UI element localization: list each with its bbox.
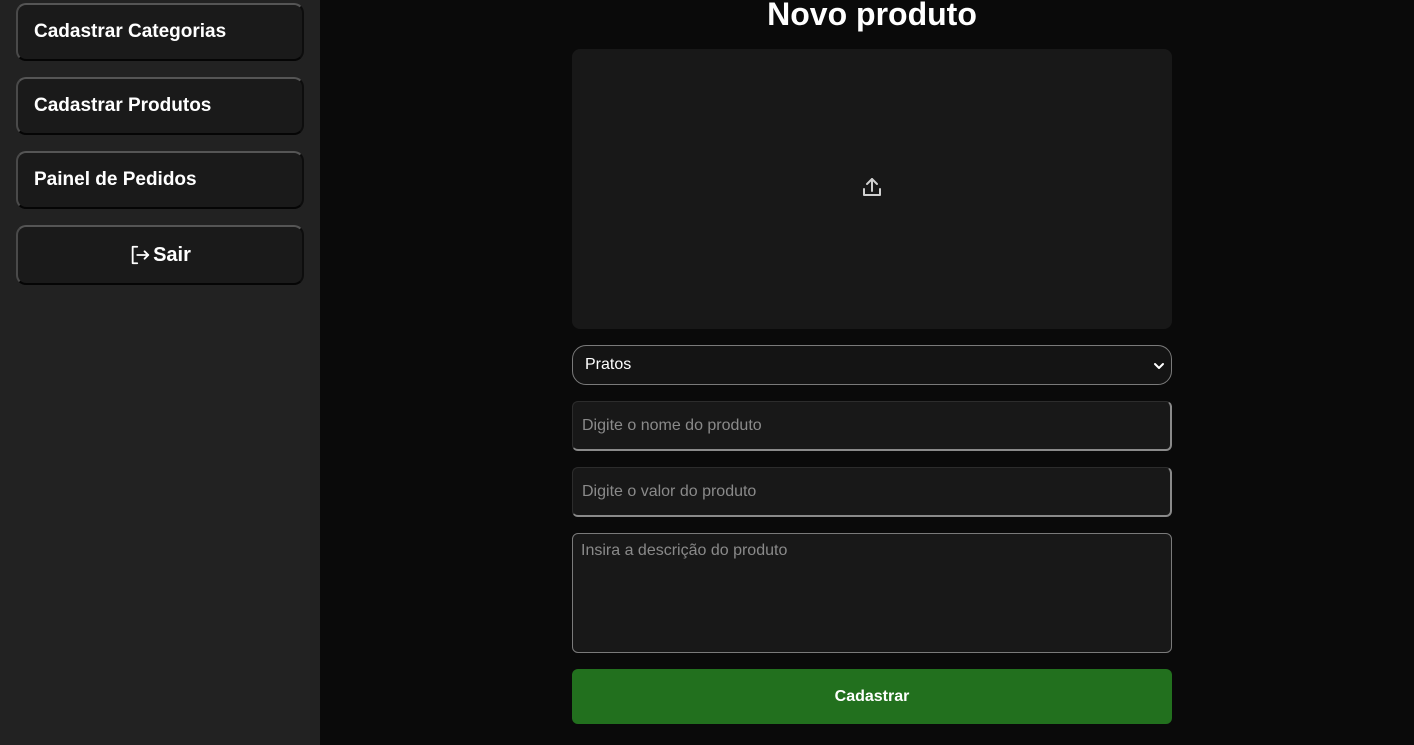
category-select-value: Pratos [585,356,632,373]
product-description-input[interactable] [572,533,1172,653]
sidebar-item-label: Cadastrar Categorias [34,21,227,42]
sidebar-item-label: Cadastrar Produtos [34,95,212,116]
sidebar: Cadastrar Categorias Cadastrar Produtos … [0,0,320,745]
sidebar-item-cadastrar-categorias[interactable]: Cadastrar Categorias [16,3,304,61]
cadastrar-button[interactable]: Cadastrar [572,669,1172,724]
category-select[interactable]: Pratos [572,345,1172,385]
product-name-input[interactable] [572,401,1172,451]
chevron-down-icon [1153,359,1165,377]
logout-label: Sair [153,243,191,266]
sidebar-item-label: Painel de Pedidos [34,169,197,190]
logout-icon [129,244,151,266]
product-price-input[interactable] [572,467,1172,517]
page-title: Novo produto [767,0,977,32]
sidebar-item-painel-de-pedidos[interactable]: Painel de Pedidos [16,151,304,209]
upload-icon [860,175,884,204]
sidebar-item-cadastrar-produtos[interactable]: Cadastrar Produtos [16,77,304,135]
logout-button[interactable]: Sair [16,225,304,285]
image-upload-area[interactable] [572,49,1172,329]
